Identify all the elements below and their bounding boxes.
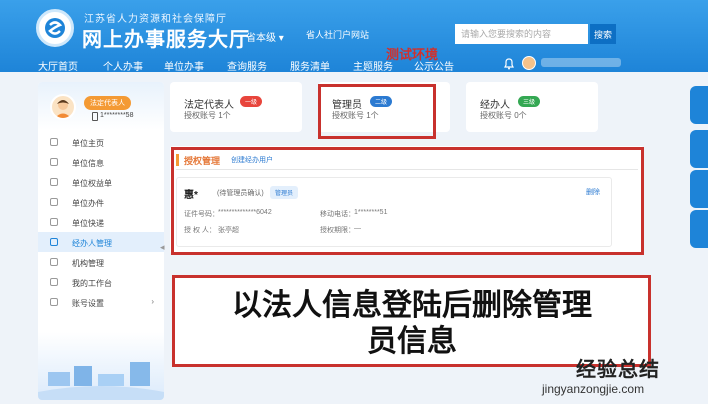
highlight-box-admin bbox=[318, 84, 436, 139]
level-badge: 三级 bbox=[518, 96, 541, 107]
float-tab-2[interactable] bbox=[690, 130, 708, 168]
sidebar-item-label: 经办人管理 bbox=[72, 239, 112, 248]
float-tab-3[interactable] bbox=[690, 170, 708, 208]
home-icon bbox=[50, 138, 58, 146]
sidebar-item-label: 单位办件 bbox=[72, 199, 104, 208]
express-icon bbox=[50, 218, 58, 226]
role-badge[interactable]: 法定代表人 bbox=[84, 96, 131, 110]
test-environment-label: 测试环境 bbox=[386, 47, 439, 62]
person-icon bbox=[50, 238, 58, 246]
nav-item-personal[interactable]: 个人办事 bbox=[103, 58, 143, 73]
card-legal-rep[interactable]: 法定代表人 一级 授权账号 1个 bbox=[170, 82, 302, 132]
user-avatar[interactable] bbox=[522, 56, 536, 70]
sidebar-item-label: 账号设置 bbox=[72, 299, 104, 308]
sidebar-item-unit-info[interactable]: 单位信息 bbox=[38, 152, 164, 172]
portal-link[interactable]: 省人社门户网站 bbox=[306, 28, 369, 41]
card-sub: 授权账号 0个 bbox=[480, 111, 527, 120]
region-selector[interactable]: 省本级 ▾ bbox=[246, 29, 284, 44]
profile-card: 法定代表人 1********58 bbox=[38, 82, 164, 130]
nav-item-unit[interactable]: 单位办事 bbox=[164, 58, 204, 73]
user-name-blurred[interactable] bbox=[541, 58, 621, 67]
workbench-icon bbox=[50, 278, 58, 286]
sidebar-item-org-management[interactable]: 机构管理 bbox=[38, 252, 164, 272]
card-sub: 授权账号 1个 bbox=[184, 111, 231, 120]
sidebar-item-workbench[interactable]: 我的工作台 bbox=[38, 272, 164, 292]
folder-icon bbox=[50, 198, 58, 206]
nav-item-home[interactable]: 大厅首页 bbox=[38, 58, 78, 73]
sidebar-item-express[interactable]: 单位快递 bbox=[38, 212, 164, 232]
profile-id: 1********58 bbox=[100, 112, 134, 119]
bell-icon[interactable] bbox=[503, 57, 515, 70]
annotation-line-1: 以法人信息登陆后删除管理 bbox=[232, 288, 592, 323]
sidebar-menu: 单位主页 单位信息 单位权益单 单位办件 单位快递 经办人管理 机构管理 我的工… bbox=[38, 132, 164, 312]
sidebar-item-unit-home[interactable]: 单位主页 bbox=[38, 132, 164, 152]
chevron-right-icon: › bbox=[151, 297, 154, 306]
level-badge: 一级 bbox=[240, 96, 263, 107]
card-agent[interactable]: 经办人 三级 授权账号 0个 bbox=[466, 82, 598, 132]
sidebar-item-label: 单位快递 bbox=[72, 219, 104, 228]
search-input[interactable] bbox=[455, 24, 588, 44]
sidebar: 法定代表人 1********58 单位主页 单位信息 单位权益单 单位办件 单… bbox=[38, 82, 164, 400]
collapse-arrow-icon[interactable]: ◂ bbox=[160, 242, 165, 253]
top-header: 江苏省人力资源和社会保障厅 网上办事服务大厅 省本级 ▾ 省人社门户网站 搜索 … bbox=[0, 0, 708, 73]
card-title: 经办人 bbox=[480, 100, 510, 111]
sidebar-item-label: 机构管理 bbox=[72, 259, 104, 268]
logo-icon[interactable] bbox=[36, 9, 74, 47]
sidebar-item-unit-cases[interactable]: 单位办件 bbox=[38, 192, 164, 212]
float-tab-4[interactable] bbox=[690, 210, 708, 248]
float-tab-1[interactable] bbox=[690, 86, 708, 124]
sidebar-item-label: 单位权益单 bbox=[72, 179, 112, 188]
search-button[interactable]: 搜索 bbox=[590, 24, 616, 44]
rights-icon bbox=[50, 178, 58, 186]
annotation-text: 以法人信息登陆后删除管理 员信息 bbox=[176, 288, 648, 360]
nav-item-service-list[interactable]: 服务清单 bbox=[290, 58, 330, 73]
highlight-box-auth bbox=[171, 147, 644, 255]
watermark-en: jingyanzongjie.com bbox=[542, 382, 645, 396]
sidebar-item-label: 单位信息 bbox=[72, 159, 104, 168]
nav-item-query[interactable]: 查询服务 bbox=[227, 58, 267, 73]
sidebar-item-agent-management[interactable]: 经办人管理 bbox=[38, 232, 164, 252]
card-title: 法定代表人 bbox=[184, 100, 234, 111]
sidebar-item-account-settings[interactable]: 账号设置 › bbox=[38, 292, 164, 312]
sidebar-item-rights[interactable]: 单位权益单 bbox=[38, 172, 164, 192]
sidebar-item-label: 我的工作台 bbox=[72, 279, 112, 288]
sidebar-item-label: 单位主页 bbox=[72, 139, 104, 148]
phone-icon bbox=[92, 112, 98, 121]
gear-icon bbox=[50, 298, 58, 306]
site-title: 网上办事服务大厅 bbox=[82, 29, 250, 51]
info-icon bbox=[50, 158, 58, 166]
org-icon bbox=[50, 258, 58, 266]
sidebar-illustration bbox=[38, 332, 164, 400]
watermark-cn: 经验总结 bbox=[576, 359, 660, 381]
avatar bbox=[50, 94, 76, 120]
